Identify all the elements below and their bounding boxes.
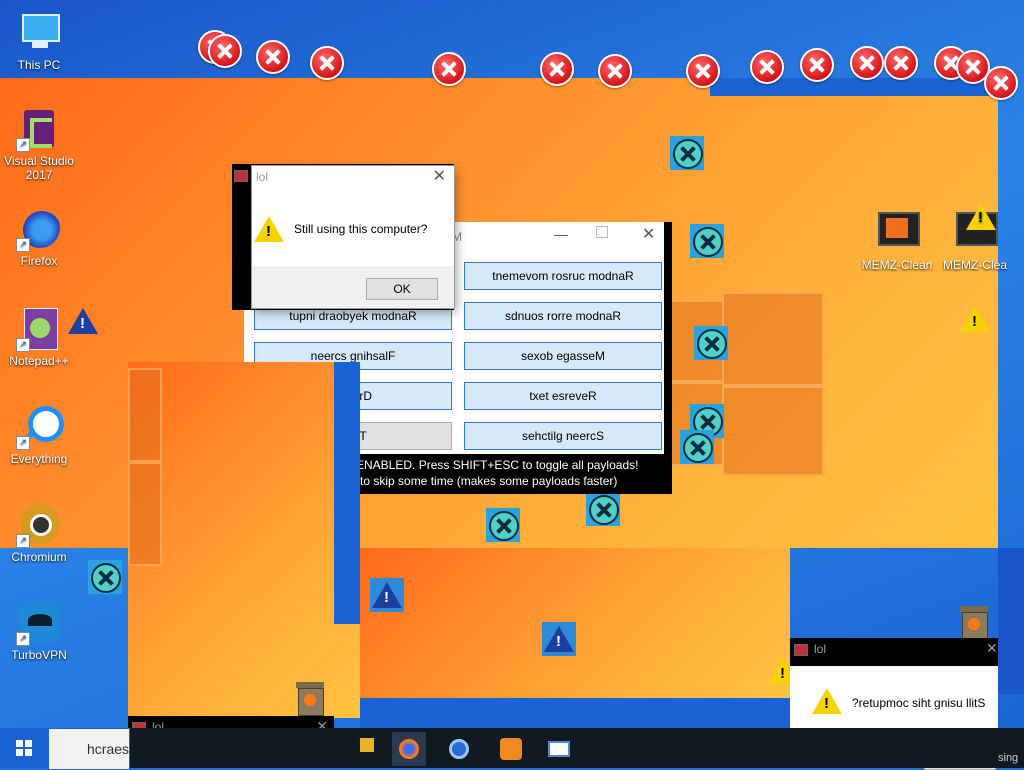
firefox-icon: ↗	[16, 206, 62, 252]
desktop-icon-turbovpn[interactable]: ↗ TurboVPN	[2, 600, 76, 662]
close-icon[interactable]: ✕	[642, 224, 655, 244]
dialog-still-using: lol ✕ Still using this computer? OK	[234, 166, 454, 308]
payload-reverse-text-button[interactable]: txet esreveR	[464, 382, 662, 410]
error-icon	[750, 50, 784, 84]
firefox-taskbar-icon[interactable]	[392, 732, 426, 766]
start-button[interactable]	[0, 728, 48, 768]
dialog-message: ?retupmoc siht gnisu llitS	[852, 696, 986, 710]
memz-status-line-1: ENABLED. Press SHIFT+ESC to toggle all p…	[356, 458, 639, 472]
warning-icon	[542, 622, 576, 656]
desktop-icon-memz-clean-2[interactable]: MEMZ-Clea	[938, 204, 1012, 272]
ok-button[interactable]: OK	[366, 278, 438, 300]
error-icon	[256, 40, 290, 74]
shortcut-arrow-icon: ↗	[16, 238, 30, 252]
x-circle-icon	[694, 326, 728, 360]
app-window-taskbar-icon[interactable]	[542, 732, 576, 766]
close-icon[interactable]: ✕	[986, 640, 998, 657]
payload-random-cursor-button[interactable]: tnemevom rosruc modnaR	[464, 262, 662, 290]
warning-icon	[66, 304, 100, 338]
desktop-icon-label: Firefox	[20, 254, 58, 268]
warning-icon	[254, 216, 284, 242]
shortcut-arrow-icon: ↗	[16, 138, 30, 152]
desktop-icon-visual-studio[interactable]: ↗ Visual Studio 2017	[2, 106, 76, 182]
file-explorer-icon[interactable]	[360, 738, 374, 752]
chromium-icon: ↗	[16, 502, 62, 548]
tunnel-edge	[998, 548, 1024, 694]
dialog-title: lol	[256, 170, 269, 184]
error-icon	[208, 34, 242, 68]
desktop-icon-label: Notepad++	[9, 354, 69, 368]
desktop-icon-label: MEMZ-Clea	[942, 258, 1007, 272]
app-icon	[794, 644, 808, 656]
close-icon[interactable]: ✕	[433, 166, 446, 186]
chromium-taskbar-icon[interactable]	[442, 732, 476, 766]
memz-clean-icon	[952, 204, 998, 256]
error-icon	[432, 52, 466, 86]
windows-logo-pane	[722, 292, 824, 386]
payload-screen-glitches-button[interactable]: sehctilg neercS	[464, 422, 662, 450]
x-circle-icon	[670, 136, 704, 170]
memz-clean-icon	[874, 210, 920, 256]
error-icon	[800, 48, 834, 82]
shortcut-arrow-icon: ↗	[16, 534, 30, 548]
warning-icon	[812, 688, 842, 714]
desktop-icon-label: Visual Studio 2017	[4, 154, 74, 182]
desktop-icon-firefox[interactable]: ↗ Firefox	[2, 206, 76, 268]
x-circle-icon	[586, 492, 620, 526]
app-icon	[234, 170, 248, 182]
shortcut-arrow-icon: ↗	[16, 436, 30, 450]
error-icon	[884, 46, 918, 80]
desktop-icon-label: Everything	[10, 452, 68, 466]
magnifier-icon: ↗	[16, 404, 64, 450]
error-icon	[984, 66, 1018, 100]
warning-icon	[960, 306, 990, 332]
windows-logo-pane	[128, 462, 162, 566]
error-icon	[310, 46, 344, 80]
visual-studio-icon: ↗	[16, 106, 62, 152]
error-icon	[598, 54, 632, 88]
desktop-icon-label: Chromium	[11, 550, 67, 564]
shortcut-arrow-icon: ↗	[16, 632, 30, 646]
turbovpn-icon: ↗	[16, 600, 62, 646]
x-circle-icon	[680, 430, 714, 464]
tray-text: sing	[998, 752, 1019, 764]
monitor-icon	[16, 10, 62, 56]
error-icon	[850, 46, 884, 80]
error-icon	[540, 52, 574, 86]
windows-logo-pane	[128, 368, 162, 462]
desktop-icon-label: TurboVPN	[11, 648, 67, 662]
desktop-icon-label: MEMZ-Clean	[861, 258, 933, 272]
payload-random-error-sounds-button[interactable]: sdnuos rorre modnaR	[464, 302, 662, 330]
minimize-icon[interactable]: —	[554, 226, 568, 242]
tunnel-strip	[710, 78, 998, 96]
tunnel-copy-panel	[128, 362, 360, 718]
notepad-plus-plus-icon: ↗	[16, 306, 62, 352]
desktop-icon-label: This PC	[17, 58, 61, 72]
dialog-title: lol	[814, 642, 827, 656]
warning-icon	[370, 578, 404, 612]
dialog-message: Still using this computer?	[294, 222, 428, 236]
payload-message-boxes-button[interactable]: sexob egasseM	[464, 342, 662, 370]
recycle-bin-icon[interactable]	[292, 680, 328, 716]
error-icon	[686, 54, 720, 88]
x-circle-icon	[486, 508, 520, 542]
desktop-icon-chromium[interactable]: ↗ Chromium	[2, 502, 76, 564]
memz-status-line-2: to skip some time (makes some payloads f…	[360, 474, 618, 488]
shortcut-arrow-icon: ↗	[16, 338, 30, 352]
x-circle-icon	[690, 224, 724, 258]
x-circle-icon	[88, 560, 122, 594]
tunnel-edge-bottom	[360, 698, 792, 730]
desktop-icon-everything[interactable]: ↗ Everything	[2, 404, 76, 466]
search-box[interactable]: hcraes	[48, 728, 130, 770]
vlc-taskbar-icon[interactable]	[494, 732, 528, 766]
maximize-icon[interactable]	[596, 226, 608, 238]
windows-logo-pane	[722, 386, 824, 476]
desktop-icon-memz-clean[interactable]: MEMZ-Clean	[860, 210, 934, 272]
tunnel-copy-edge	[334, 362, 360, 624]
search-text: hcraes	[87, 741, 130, 757]
recycle-bin-icon[interactable]	[956, 604, 992, 640]
desktop-icon-notepad-plus-plus[interactable]: ↗ Notepad++	[2, 306, 76, 368]
desktop-icon-this-pc[interactable]: This PC	[2, 10, 76, 72]
